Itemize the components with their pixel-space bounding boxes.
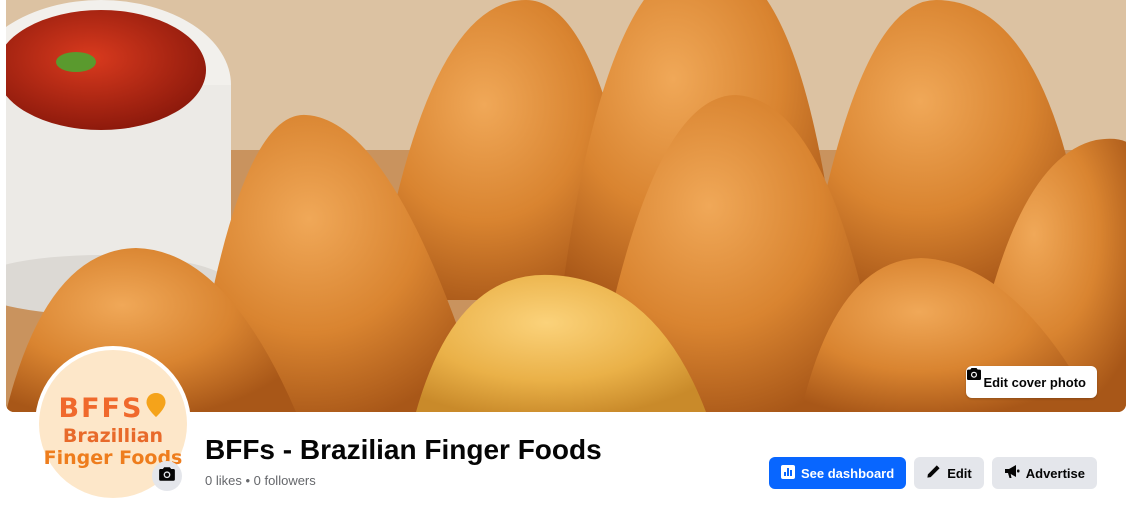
cover-photo: Edit cover photo xyxy=(6,0,1126,412)
pencil-icon xyxy=(926,464,941,482)
see-dashboard-label: See dashboard xyxy=(800,465,895,481)
logo-letters-row: BFFS xyxy=(59,392,168,425)
edit-label: Edit xyxy=(947,465,972,481)
cover-image xyxy=(6,0,1126,412)
bar-chart-icon xyxy=(780,464,795,482)
see-dashboard-button[interactable]: See dashboard xyxy=(768,457,907,489)
advertise-label: Advertise xyxy=(1025,465,1085,481)
logo-letters: BFFS xyxy=(58,392,144,424)
page-title: BFFs - Brazilian Finger Foods xyxy=(205,434,602,465)
edit-profile-picture-button[interactable] xyxy=(152,461,182,491)
edit-cover-photo-button[interactable]: Edit cover photo xyxy=(966,366,1097,398)
logo-line-1: Brazillian xyxy=(62,424,164,447)
page-actions: See dashboard Edit Advertise xyxy=(768,457,1097,489)
edit-cover-photo-label: Edit cover photo xyxy=(983,374,1086,390)
advertise-button[interactable]: Advertise xyxy=(991,457,1097,489)
map-pin-icon xyxy=(145,392,167,425)
megaphone-icon xyxy=(1004,464,1020,482)
camera-icon xyxy=(158,465,176,488)
page-stats[interactable]: 0 likes • 0 followers xyxy=(205,473,316,488)
edit-button[interactable]: Edit xyxy=(914,457,984,489)
